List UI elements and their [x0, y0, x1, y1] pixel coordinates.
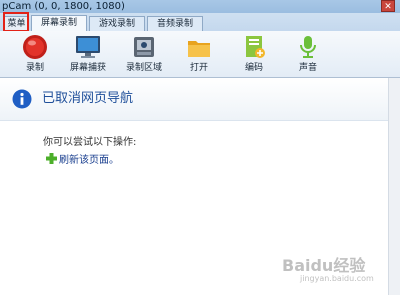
- close-button[interactable]: ✕: [381, 0, 395, 12]
- record-area-icon: [134, 37, 154, 57]
- record-area-label: 录制区域: [125, 63, 162, 73]
- message-header: 已取消网页导航: [0, 78, 388, 121]
- tab-audio-record-label: 音频录制: [156, 19, 193, 29]
- plus-icon: [46, 153, 57, 164]
- open-button[interactable]: 打开: [174, 34, 224, 76]
- vertical-scrollbar[interactable]: [388, 78, 400, 295]
- encode-icon: [246, 36, 265, 58]
- app-window: pCam (0, 0, 1800, 1080) ✕ 菜单 屏幕录制 游戏录制 音…: [0, 0, 400, 295]
- sound-label: 声音: [298, 63, 317, 73]
- baidu-watermark: Baidu经验: [282, 256, 366, 275]
- open-label: 打开: [189, 63, 208, 73]
- info-icon: [12, 89, 32, 109]
- ribbon-toolbar: 录制 屏幕捕获 录制区域 打开 编码 声音: [0, 31, 400, 78]
- hint-text: 你可以尝试以下操作:: [43, 137, 137, 148]
- microphone-icon: [300, 36, 316, 58]
- sound-button[interactable]: 声音: [283, 34, 333, 76]
- tab-strip: 菜单 屏幕录制 游戏录制 音频录制: [0, 13, 400, 32]
- tab-game-record[interactable]: 游戏录制: [89, 16, 145, 31]
- baidu-watermark-url: jingyan.baidu.com: [300, 274, 374, 283]
- record-label: 录制: [25, 63, 44, 73]
- menu-highlight-box: [3, 12, 29, 32]
- title-bar: pCam (0, 0, 1800, 1080) ✕: [0, 0, 400, 13]
- tab-audio-record[interactable]: 音频录制: [147, 16, 203, 31]
- record-icon: [23, 35, 47, 59]
- encode-label: 编码: [244, 63, 263, 73]
- record-button[interactable]: 录制: [10, 34, 60, 76]
- tab-screen-record-label: 屏幕录制: [40, 18, 77, 28]
- tab-game-record-label: 游戏录制: [98, 19, 135, 29]
- refresh-page-link[interactable]: 刷新该页面。: [59, 154, 119, 167]
- encode-button[interactable]: 编码: [229, 34, 279, 76]
- tab-screen-record[interactable]: 屏幕录制: [31, 15, 87, 31]
- record-area-button[interactable]: 录制区域: [119, 34, 169, 76]
- screen-capture-button[interactable]: 屏幕捕获: [63, 34, 113, 76]
- monitor-icon: [76, 36, 100, 58]
- screen-capture-label: 屏幕捕获: [69, 63, 106, 73]
- folder-icon: [188, 41, 210, 57]
- page-title: 已取消网页导航: [42, 91, 134, 106]
